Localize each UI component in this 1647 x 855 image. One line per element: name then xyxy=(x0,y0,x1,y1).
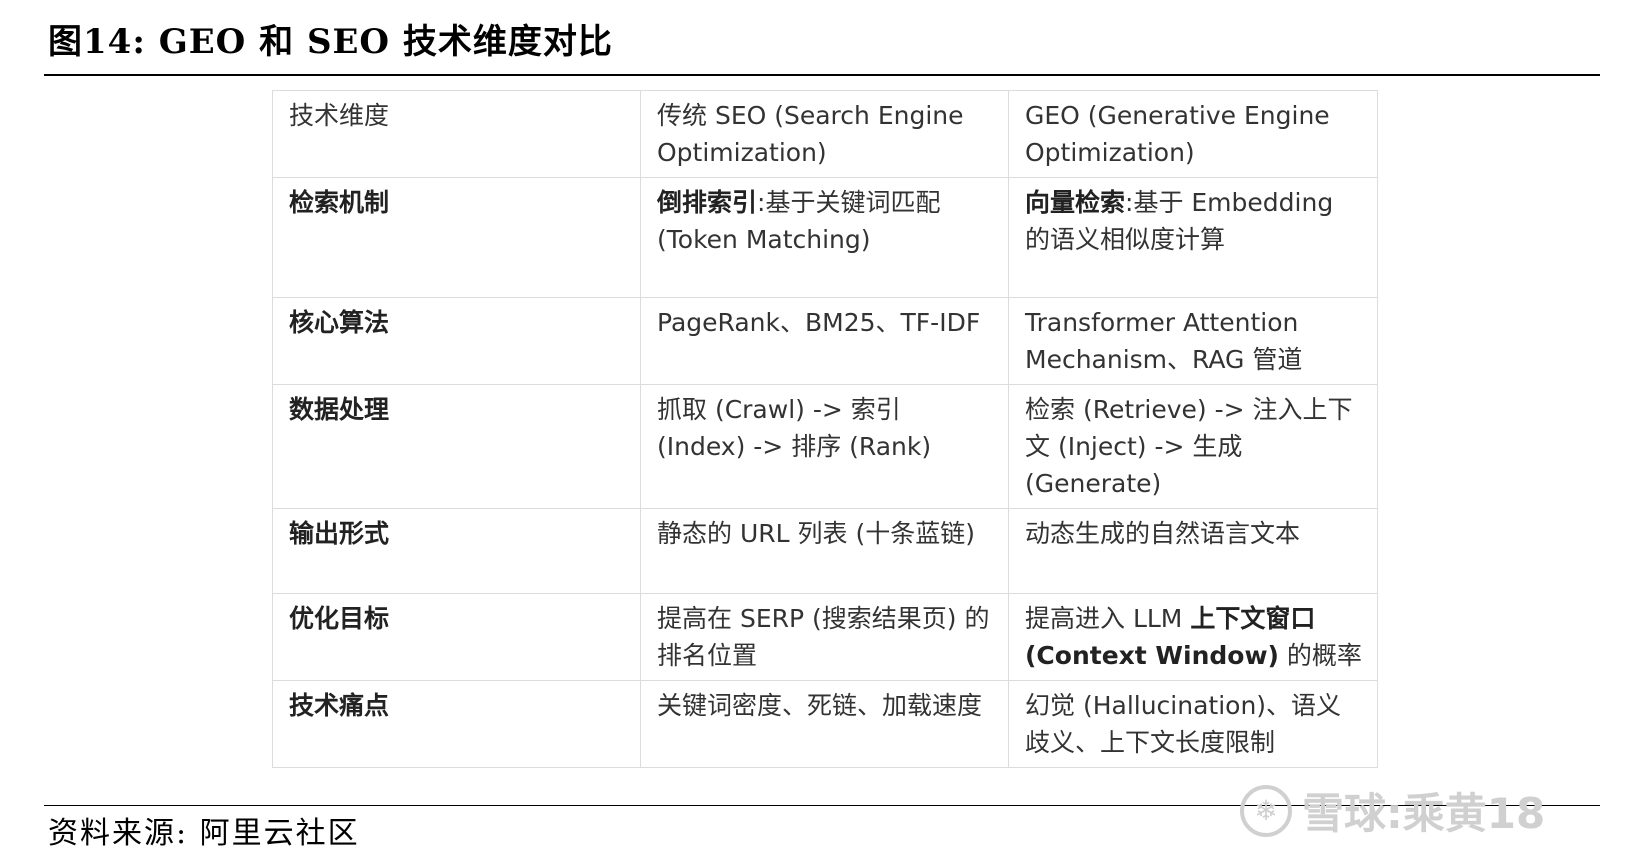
row-geo-cell: Transformer Attention Mechanism、RAG 管道 xyxy=(1008,297,1378,385)
table-row: 核心算法 PageRank、BM25、TF-IDF Transformer At… xyxy=(272,297,1378,385)
figure-title: 图14: GEO 和 SEO 技术维度对比 xyxy=(48,22,613,62)
row-geo-cell: 检索 (Retrieve) -> 注入上下文 (Inject) -> 生成 (G… xyxy=(1008,384,1378,509)
row-dimension: 核心算法 xyxy=(272,297,641,385)
comparison-table: 技术维度 传统 SEO (Search Engine Optimization)… xyxy=(272,90,1378,768)
header-cell-dimension: 技术维度 xyxy=(272,90,641,178)
row-geo-cell: 提高进入 LLM 上下文窗口 (Context Window) 的概率 xyxy=(1008,593,1378,681)
row-dimension: 输出形式 xyxy=(272,508,641,594)
row-seo-cell: 倒排索引:基于关键词匹配 (Token Matching) xyxy=(640,177,1009,298)
table-row: 优化目标 提高在 SERP (搜索结果页) 的排名位置 提高进入 LLM 上下文… xyxy=(272,593,1378,681)
table-row: 检索机制 倒排索引:基于关键词匹配 (Token Matching) 向量检索:… xyxy=(272,177,1378,298)
row-seo-cell: 提高在 SERP (搜索结果页) 的排名位置 xyxy=(640,593,1009,681)
row-geo-cell: 幻觉 (Hallucination)、语义歧义、上下文长度限制 xyxy=(1008,680,1378,768)
row-dimension: 技术痛点 xyxy=(272,680,641,768)
snowball-logo-icon: ❄ xyxy=(1240,784,1292,837)
header-cell-geo: GEO (Generative Engine Optimization) xyxy=(1008,90,1378,178)
row-dimension: 检索机制 xyxy=(272,177,641,298)
watermark: ❄ 雪球:乘黄18 xyxy=(1240,780,1545,841)
top-rule xyxy=(44,74,1600,76)
geo-term: 向量检索 xyxy=(1025,188,1126,217)
seo-term: 倒排索引 xyxy=(657,188,758,217)
table-header-row: 技术维度 传统 SEO (Search Engine Optimization)… xyxy=(272,90,1378,178)
row-seo-cell: 抓取 (Crawl) -> 索引 (Index) -> 排序 (Rank) xyxy=(640,384,1009,509)
table-row: 输出形式 静态的 URL 列表 (十条蓝链) 动态生成的自然语言文本 xyxy=(272,508,1378,594)
row-dimension: 优化目标 xyxy=(272,593,641,681)
row-seo-cell: 关键词密度、死链、加载速度 xyxy=(640,680,1009,768)
row-seo-cell: PageRank、BM25、TF-IDF xyxy=(640,297,1009,385)
row-seo-cell: 静态的 URL 列表 (十条蓝链) xyxy=(640,508,1009,594)
row-geo-cell: 向量检索:基于 Embedding 的语义相似度计算 xyxy=(1008,177,1378,298)
table-row: 数据处理 抓取 (Crawl) -> 索引 (Index) -> 排序 (Ran… xyxy=(272,384,1378,509)
row-dimension: 数据处理 xyxy=(272,384,641,509)
geo-text-pre: 提高进入 LLM xyxy=(1025,604,1191,633)
row-geo-cell: 动态生成的自然语言文本 xyxy=(1008,508,1378,594)
watermark-text: 雪球:乘黄18 xyxy=(1302,789,1546,838)
source-note: 资料来源: 阿里云社区 xyxy=(48,816,360,851)
table-row: 技术痛点 关键词密度、死链、加载速度 幻觉 (Hallucination)、语义… xyxy=(272,680,1378,768)
header-cell-seo: 传统 SEO (Search Engine Optimization) xyxy=(640,90,1009,178)
geo-text-post: 的概率 xyxy=(1278,641,1362,670)
